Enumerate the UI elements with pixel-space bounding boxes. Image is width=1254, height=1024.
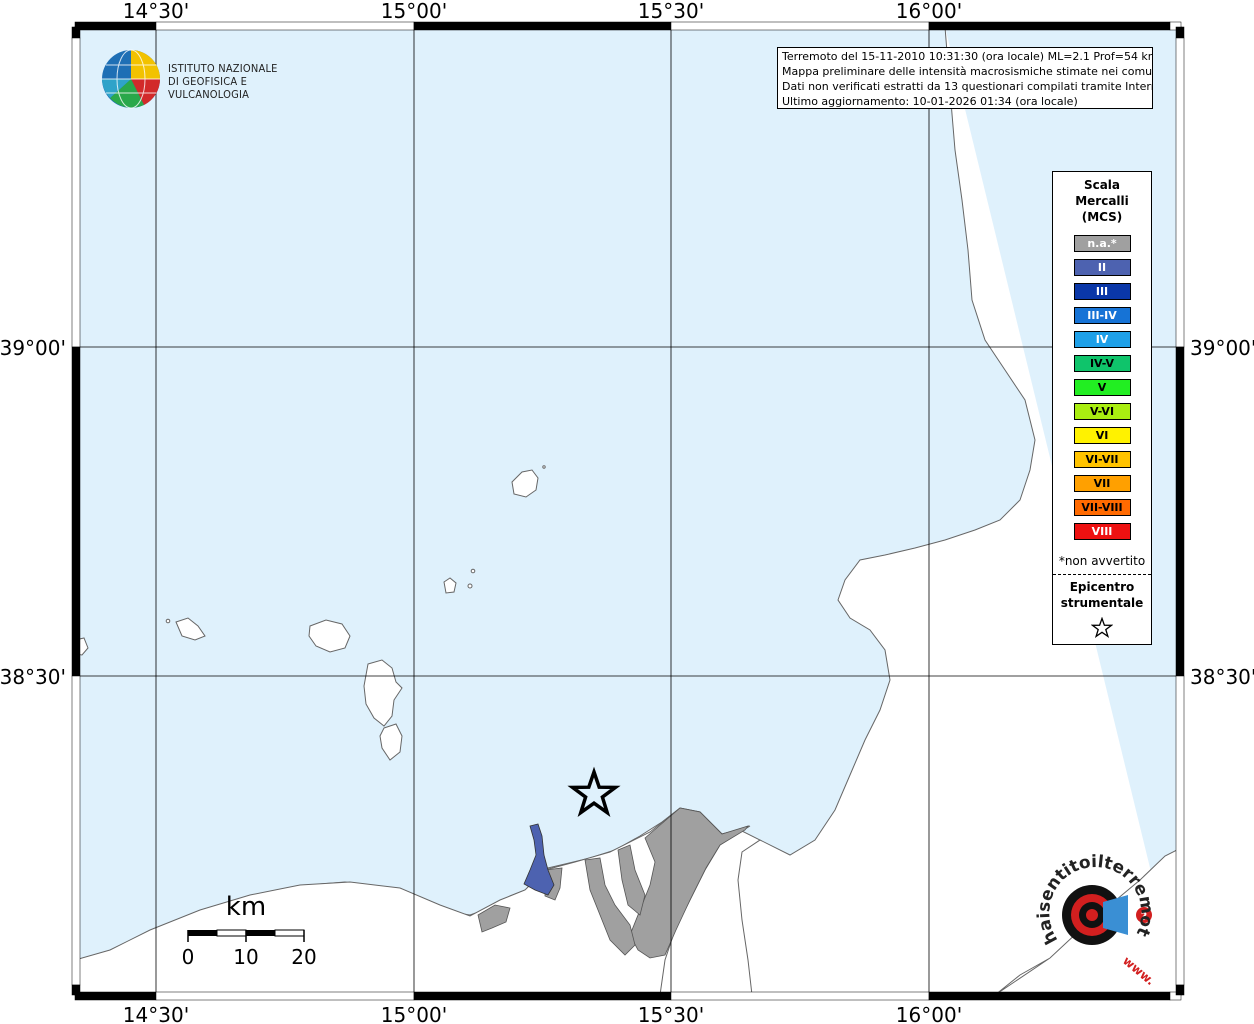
- frame-bar: [74, 991, 157, 1001]
- frame-bar: [1175, 346, 1185, 677]
- legend-swatch: V-VI: [1073, 403, 1131, 420]
- frame-bar: [413, 991, 672, 1001]
- legend-swatch: VI-VII: [1073, 451, 1131, 468]
- ingv-logo-line2: DI GEOFISICA E VULCANOLOGIA: [168, 75, 250, 101]
- frame-bar: [928, 991, 1171, 1001]
- epicenter-legend-star-icon: [1053, 616, 1151, 643]
- legend-title-line3: (MCS): [1081, 210, 1123, 224]
- frame-bar: [155, 991, 415, 1001]
- info-line-3: Dati non verificati estratti da 13 quest…: [782, 80, 1153, 93]
- globe-icon: [102, 49, 161, 109]
- legend-swatches: n.a.* II III III-IV IV IV-V V V-VI VI VI-VII VII VI…: [1053, 235, 1151, 540]
- frame-bar: [928, 21, 1171, 31]
- frame-bar: [71, 675, 81, 986]
- frame-bar: [1175, 984, 1185, 996]
- frame-bar: [71, 346, 81, 677]
- frame-bar: [1175, 37, 1185, 348]
- frame-bar: [1175, 675, 1185, 986]
- frame-bar: [155, 21, 415, 31]
- frame-bar: [71, 37, 81, 348]
- legend-swatch: III-IV: [1073, 307, 1131, 324]
- islet-2: [470, 568, 476, 574]
- lat-tick-label-left: 39°00': [0, 336, 66, 360]
- legend-swatch: VIII: [1073, 523, 1131, 540]
- lon-tick-label-bottom: 16°00': [896, 1003, 962, 1024]
- scale-unit: km: [226, 892, 266, 922]
- frame-bar: [670, 991, 930, 1001]
- frame-bar: [71, 26, 81, 39]
- lat-tick-label-left: 38°30': [0, 665, 66, 689]
- event-info-box: Terremoto del 15-11-2010 10:31:30 (ora l…: [777, 47, 1153, 109]
- lon-tick-label-top: 15°00': [381, 0, 447, 23]
- ingv-logo: ISTITUTO NAZIONALE DI GEOFISICA E VULCAN…: [100, 48, 320, 110]
- lon-tick-label-bottom: 15°00': [381, 1003, 447, 1024]
- scale-label-0: 0: [182, 945, 195, 969]
- lon-tick-label-top: 16°00': [896, 0, 962, 23]
- legend-swatch: IV-V: [1073, 355, 1131, 372]
- legend-note: *non avvertito: [1058, 554, 1146, 568]
- info-line-1: Terremoto del 15-11-2010 10:31:30 (ora l…: [782, 50, 1153, 63]
- legend-swatch: V: [1073, 379, 1131, 396]
- legend-swatch: II: [1073, 259, 1131, 276]
- lon-tick-label-top: 14°30': [123, 0, 189, 23]
- frame-bar: [670, 21, 930, 31]
- mcs-legend: Scala Mercalli (MCS) n.a.* II III III-IV IV I…: [1052, 171, 1152, 645]
- frame-bar: [71, 984, 81, 996]
- lon-tick-label-top: 15°30': [638, 0, 704, 23]
- frame-bar: [413, 21, 672, 31]
- info-line-2: Mappa preliminare delle intensità macros…: [782, 65, 1153, 78]
- islet-3: [165, 618, 171, 624]
- frame-bar: [74, 21, 157, 31]
- legend-swatch: VII-VIII: [1073, 499, 1131, 516]
- legend-swatch: III: [1073, 283, 1131, 300]
- scale-label-20: 20: [291, 945, 316, 969]
- lat-tick-label-right: 38°30': [1190, 665, 1254, 689]
- legend-divider: [1053, 574, 1151, 575]
- lon-tick-label-bottom: 15°30': [638, 1003, 704, 1024]
- legend-swatch: VI: [1073, 427, 1131, 444]
- frame-bar: [1175, 26, 1185, 39]
- lat-tick-label-right: 39°00': [1190, 336, 1254, 360]
- legend-swatch: IV: [1073, 331, 1131, 348]
- epicenter-legend-line2: strumentale: [1060, 596, 1144, 610]
- info-line-4: Ultimo aggiornamento: 10-01-2026 01:34 (…: [782, 95, 1078, 108]
- lon-tick-label-bottom: 14°30': [123, 1003, 189, 1024]
- ingv-logo-line1: ISTITUTO NAZIONALE: [168, 62, 278, 75]
- legend-title-line1: Scala: [1083, 178, 1121, 192]
- islet-4: [542, 465, 546, 469]
- islet-1: [467, 583, 473, 589]
- scale-label-10: 10: [233, 945, 258, 969]
- epicenter-legend-line1: Epicentro: [1069, 580, 1135, 594]
- legend-title: Scala Mercalli (MCS): [1053, 177, 1151, 225]
- legend-swatch: VII: [1073, 475, 1131, 492]
- legend-swatch: n.a.*: [1073, 235, 1131, 252]
- legend-title-line2: Mercalli: [1075, 194, 1129, 208]
- epicenter-legend-title: Epicentro strumentale: [1053, 579, 1151, 611]
